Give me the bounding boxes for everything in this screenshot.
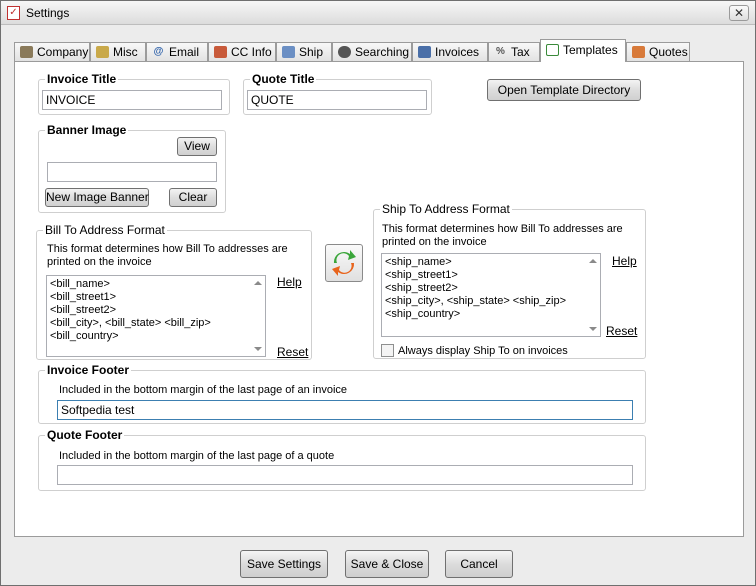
format-line: <bill_street1> <box>50 291 117 303</box>
close-button[interactable]: ✕ <box>729 5 749 21</box>
ship-to-label: Ship To Address Format <box>380 202 512 216</box>
tab-invoices[interactable]: Invoices <box>412 42 488 61</box>
scroll-down-icon <box>254 347 262 351</box>
quote-title-group: Quote Title QUOTE <box>243 72 432 115</box>
invoice-title-group: Invoice Title INVOICE <box>38 72 230 115</box>
tab-searching[interactable]: Searching <box>332 42 412 61</box>
scroll-down-icon <box>589 327 597 331</box>
bill-to-format-textarea[interactable]: <bill_name> <bill_street1> <bill_street2… <box>46 275 266 357</box>
format-line: <bill_city>, <bill_state> <bill_zip> <box>50 317 211 329</box>
document-icon <box>546 44 559 56</box>
window-title: Settings <box>26 6 70 20</box>
ship-to-reset-link[interactable]: Reset <box>606 324 637 338</box>
tab-company[interactable]: Company <box>14 42 90 61</box>
quote-footer-group: Quote Footer Included in the bottom marg… <box>38 428 646 491</box>
always-display-ship-to-label: Always display Ship To on invoices <box>398 345 568 357</box>
misc-icon <box>96 46 109 58</box>
scroll-up-icon <box>589 259 597 263</box>
ship-to-format-textarea[interactable]: <ship_name> <ship_street1> <ship_street2… <box>381 253 601 337</box>
close-icon: ✕ <box>733 6 745 20</box>
bill-to-label: Bill To Address Format <box>43 223 167 237</box>
tab-cc-info[interactable]: CC Info <box>208 42 276 61</box>
clear-button[interactable]: Clear <box>169 188 217 207</box>
templates-panel: Invoice Title INVOICE Quote Title QUOTE … <box>14 61 744 537</box>
tab-bar: Company Misc @ Email CC Info Ship Search… <box>14 39 744 62</box>
format-line: <ship_city>, <ship_state> <ship_zip> <box>385 295 567 307</box>
tab-quotes[interactable]: Quotes <box>626 42 690 61</box>
tab-label: Searching <box>355 45 410 59</box>
credit-card-icon <box>214 46 227 58</box>
tab-tax[interactable]: % Tax <box>488 42 540 61</box>
save-settings-button[interactable]: Save Settings <box>240 550 328 578</box>
banner-image-group: Banner Image View New Image Banner Clear <box>38 123 226 213</box>
tab-label: Tax <box>511 45 530 59</box>
quote-title-input[interactable]: QUOTE <box>247 90 427 110</box>
cancel-button[interactable]: Cancel <box>445 550 513 578</box>
tab-label: Quotes <box>649 45 688 59</box>
ship-to-group: Ship To Address Format This format deter… <box>373 202 646 359</box>
tab-label: Misc <box>113 45 138 59</box>
bill-to-group: Bill To Address Format This format deter… <box>36 223 312 360</box>
invoice-title-label: Invoice Title <box>45 72 119 86</box>
tab-templates[interactable]: Templates <box>540 39 626 62</box>
new-image-banner-button[interactable]: New Image Banner <box>45 188 149 207</box>
bill-to-reset-link[interactable]: Reset <box>277 345 308 359</box>
format-line: <ship_country> <box>385 308 461 320</box>
bill-to-help-link[interactable]: Help <box>277 275 302 289</box>
tab-email[interactable]: @ Email <box>146 42 208 61</box>
format-line: <ship_street1> <box>385 269 458 281</box>
company-icon <box>20 46 33 58</box>
swap-arrows-icon <box>332 250 356 276</box>
app-icon: ✓ <box>7 6 20 20</box>
format-line: <ship_name> <box>385 256 452 268</box>
banner-path-input[interactable] <box>47 162 217 182</box>
quote-title-label: Quote Title <box>250 72 317 86</box>
format-line: <bill_name> <box>50 278 110 290</box>
tab-label: Email <box>169 45 200 59</box>
binoculars-icon <box>338 46 351 58</box>
save-close-button[interactable]: Save & Close <box>345 550 429 578</box>
tab-ship[interactable]: Ship <box>276 42 332 61</box>
bill-to-scrollbar[interactable] <box>250 276 265 356</box>
tab-label: Invoices <box>435 45 480 59</box>
invoice-footer-description: Included in the bottom margin of the las… <box>59 384 348 396</box>
tab-label: Company <box>37 45 89 59</box>
quote-footer-label: Quote Footer <box>45 428 125 442</box>
invoice-footer-input[interactable]: Softpedia test <box>57 400 633 420</box>
email-icon: @ <box>153 46 164 57</box>
settings-window: ✓ Settings ✕ Company Misc @ Email CC Inf… <box>0 0 756 586</box>
invoices-icon <box>418 46 431 58</box>
ship-icon <box>282 46 295 58</box>
title-bar: ✓ Settings ✕ <box>1 1 755 25</box>
quote-footer-input[interactable] <box>57 465 633 485</box>
open-template-directory-button[interactable]: Open Template Directory <box>487 79 641 101</box>
format-line: <bill_country> <box>50 330 119 342</box>
copy-address-format-button[interactable] <box>325 244 363 282</box>
quotes-icon <box>632 46 645 58</box>
ship-to-description: This format determines how Bill To addre… <box>382 223 623 248</box>
invoice-footer-group: Invoice Footer Included in the bottom ma… <box>38 363 646 424</box>
tab-label: Ship <box>299 45 324 59</box>
view-button[interactable]: View <box>177 137 217 156</box>
tax-icon: % <box>496 46 505 57</box>
invoice-title-input[interactable]: INVOICE <box>42 90 222 110</box>
banner-image-label: Banner Image <box>45 123 129 137</box>
always-display-ship-to-checkbox[interactable] <box>381 344 394 357</box>
tab-label: Templates <box>563 43 618 57</box>
scroll-up-icon <box>254 281 262 285</box>
bill-to-description: This format determines how Bill To addre… <box>47 243 288 268</box>
tab-misc[interactable]: Misc <box>90 42 146 61</box>
ship-to-scrollbar[interactable] <box>585 254 600 336</box>
tab-label: CC Info <box>231 45 272 59</box>
invoice-footer-label: Invoice Footer <box>45 363 132 377</box>
quote-footer-description: Included in the bottom margin of the las… <box>59 450 335 462</box>
format-line: <ship_street2> <box>385 282 458 294</box>
ship-to-help-link[interactable]: Help <box>612 254 637 268</box>
format-line: <bill_street2> <box>50 304 117 316</box>
